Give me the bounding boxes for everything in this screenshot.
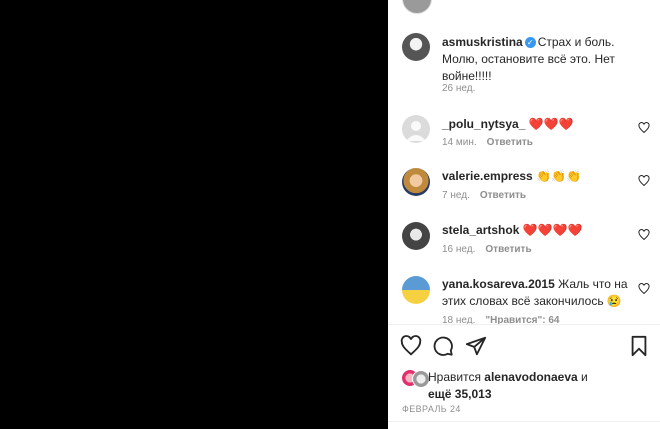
- reply-button[interactable]: Ответить: [487, 137, 533, 148]
- comment-text: ❤️❤️❤️❤️: [522, 223, 583, 237]
- caption-username[interactable]: asmuskristina: [442, 35, 523, 49]
- divider: [388, 324, 660, 325]
- avatar[interactable]: [402, 33, 430, 61]
- caption-body: asmuskristina ✓ Страх и боль. Молю, остано…: [442, 34, 650, 85]
- likes-summary: Нравится alenavodonaeva и ещё 35,013: [428, 369, 588, 403]
- comment-meta: 14 мин. Ответить: [442, 137, 533, 148]
- like-heart-icon[interactable]: [400, 335, 422, 357]
- likes-count[interactable]: ещё 35,013: [428, 387, 492, 401]
- like-comment-heart-icon[interactable]: [638, 229, 650, 241]
- divider: [388, 421, 660, 422]
- comment-text: ❤️❤️❤️: [528, 117, 574, 131]
- comment-body: stela_artshok ❤️❤️❤️❤️: [442, 222, 650, 239]
- comment-body: _polu_nytsya_ ❤️❤️❤️: [442, 116, 650, 133]
- comment-bubble-icon[interactable]: [432, 335, 454, 357]
- comment-body: valerie.empress 👏👏👏: [442, 168, 650, 185]
- caption-time[interactable]: 26 нед.: [442, 83, 475, 94]
- avatar[interactable]: [402, 168, 430, 196]
- comment-username[interactable]: _polu_nytsya_: [442, 117, 525, 131]
- comment-username[interactable]: valerie.empress: [442, 169, 533, 183]
- avatar[interactable]: [402, 115, 430, 143]
- verified-icon: ✓: [524, 37, 536, 49]
- liked-by-username[interactable]: alenavodonaeva: [484, 370, 577, 384]
- bookmark-icon[interactable]: [628, 335, 650, 357]
- likes-prefix: Нравится: [428, 370, 481, 384]
- likes-conj: и: [581, 370, 588, 384]
- avatar[interactable]: [402, 276, 430, 304]
- reply-button[interactable]: Ответить: [480, 190, 526, 201]
- like-comment-heart-icon[interactable]: [638, 175, 650, 187]
- comment-text: 👏👏👏: [536, 169, 581, 183]
- share-paper-plane-icon[interactable]: [465, 335, 487, 357]
- post-date[interactable]: ФЕВРАЛЬ 24: [402, 404, 461, 414]
- media-area[interactable]: [0, 0, 388, 429]
- comment-meta: 16 нед. Ответить: [442, 244, 532, 255]
- default-avatar-icon: [406, 121, 426, 141]
- like-comment-heart-icon[interactable]: [638, 283, 650, 295]
- reply-button[interactable]: Ответить: [485, 244, 531, 255]
- comment-time[interactable]: 7 нед.: [442, 190, 470, 201]
- comments-panel: asmuskristina ✓ Страх и боль. Молю, остано…: [388, 0, 660, 429]
- comment-time[interactable]: 16 нед.: [442, 244, 475, 255]
- comment-meta: 7 нед. Ответить: [442, 190, 526, 201]
- comment-username[interactable]: stela_artshok: [442, 223, 519, 237]
- comment-time[interactable]: 14 мин.: [442, 137, 477, 148]
- comment-body: yana.kosareva.2015 Жаль что на этих слов…: [442, 276, 650, 310]
- like-comment-heart-icon[interactable]: [638, 122, 650, 134]
- avatar[interactable]: [402, 0, 432, 14]
- comment-username[interactable]: yana.kosareva.2015: [442, 277, 555, 291]
- avatar[interactable]: [402, 222, 430, 250]
